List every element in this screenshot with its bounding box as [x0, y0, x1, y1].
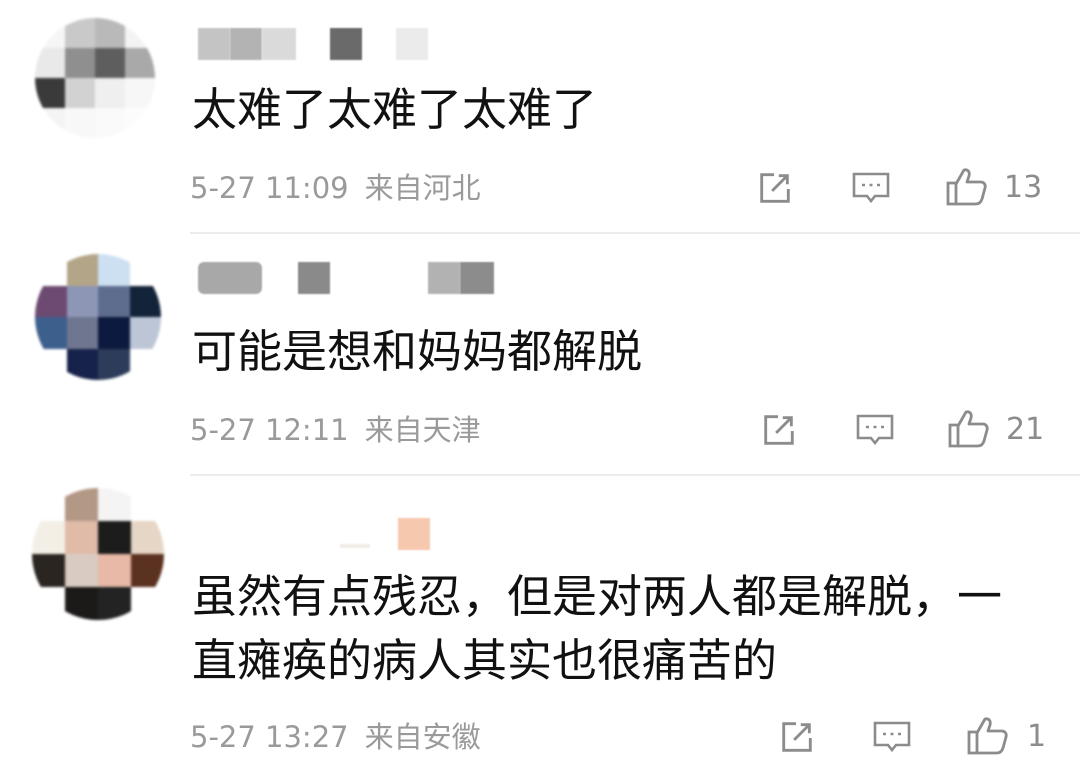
like-button[interactable]	[965, 713, 1011, 757]
comment-icon	[873, 721, 911, 753]
comment-item: 虽然有点残忍，但是对两人都是解脱，一直瘫痪的病人其实也很痛苦的 5-27 13:…	[0, 0, 1080, 770]
avatar[interactable]	[32, 488, 164, 620]
comment-location: 来自安徽	[364, 720, 481, 754]
share-button[interactable]	[776, 715, 818, 759]
reply-button[interactable]	[871, 715, 913, 759]
share-icon	[782, 722, 812, 752]
comment-time: 5-27 13:27	[190, 720, 349, 754]
comment-meta: 5-27 13:27 来自安徽	[190, 717, 481, 757]
comment-text: 虽然有点残忍，但是对两人都是解脱，一直瘫痪的病人其实也很痛苦的	[192, 570, 1003, 687]
comment-list: 太难了太难了太难了 5-27 11:09 来自河北 13 可能是想和妈妈都解脱 …	[0, 0, 1080, 770]
like-count: 1	[1027, 719, 1047, 754]
username[interactable]	[340, 518, 432, 550]
thumbs-up-icon	[967, 717, 1008, 755]
